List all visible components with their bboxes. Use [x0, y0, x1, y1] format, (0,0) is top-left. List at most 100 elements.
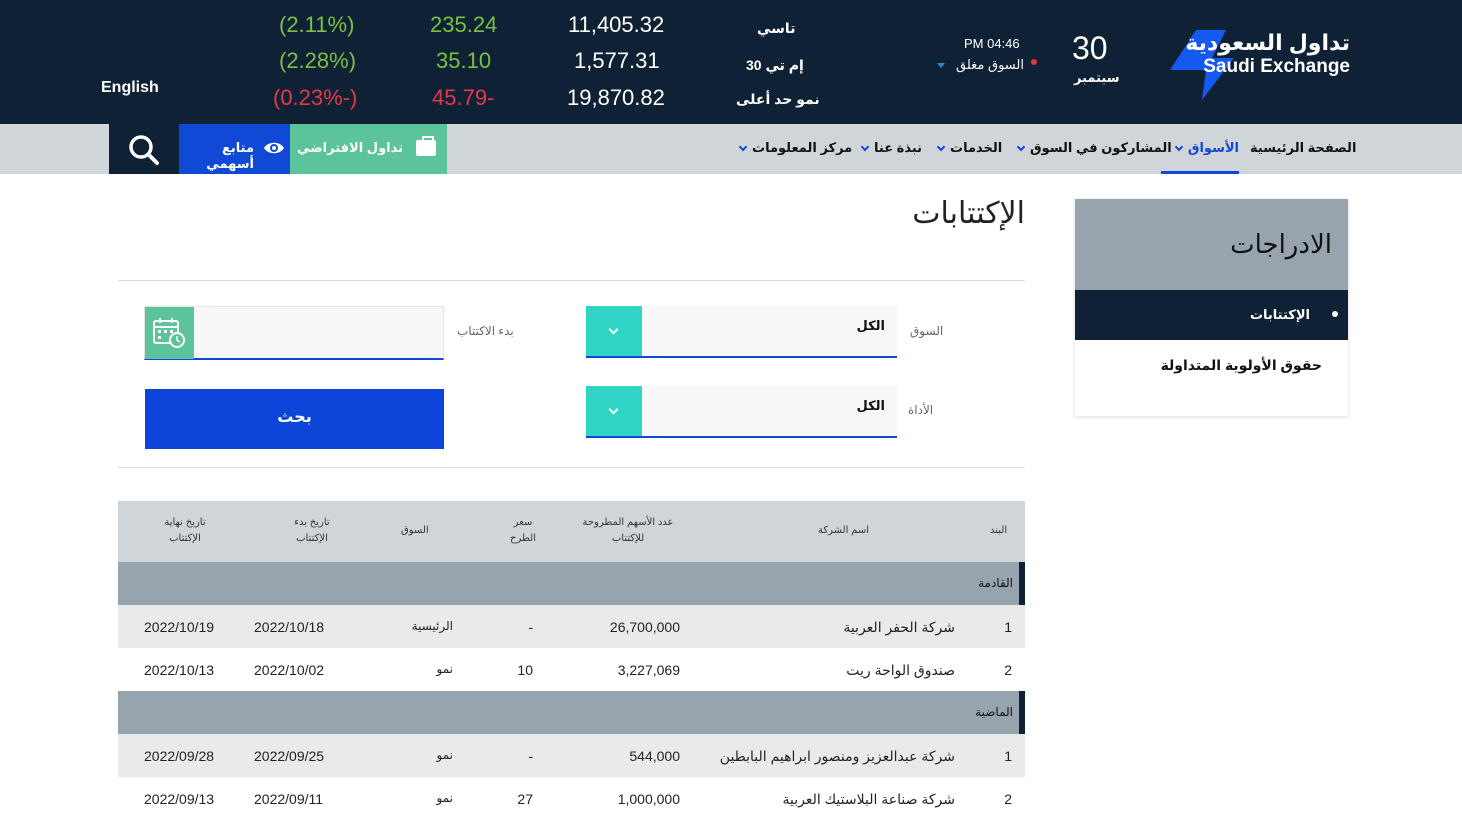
cell-shares: 544,000	[629, 748, 680, 764]
top-bar: تداول السعودية Saudi Exchange 30 سبتمبر …	[0, 0, 1462, 124]
calendar-clock-icon	[153, 318, 185, 348]
header-end-line1: تاريخ نهاية	[164, 517, 206, 528]
nav-item-markets[interactable]: الأسواق	[1161, 124, 1239, 174]
table-row[interactable]: 1 شركة الحفر العربية 26,700,000 - الرئيس…	[118, 605, 1025, 648]
index-change: 35.10	[436, 48, 492, 73]
cell-price: 10	[517, 662, 533, 678]
start-date-label: بدء الاكتتاب	[457, 324, 514, 338]
instrument-select[interactable]: الكل	[586, 386, 897, 438]
cell-company[interactable]: صندوق الواحة ريت	[846, 662, 955, 679]
header-index: البند	[990, 525, 1008, 536]
market-filter-label: السوق	[910, 324, 944, 338]
index-change: 235.24	[430, 12, 498, 37]
index-name[interactable]: إم تي 30	[746, 57, 804, 74]
chevron-down-icon	[1016, 142, 1026, 152]
saudi-exchange-logo[interactable]: تداول السعودية Saudi Exchange	[1168, 28, 1358, 100]
header-company: اسم الشركة	[818, 525, 869, 536]
chevron-down-icon	[738, 142, 748, 152]
nav-item-label: الأسواق	[1187, 140, 1239, 155]
nav-item-info-center[interactable]: مركز المعلومات	[738, 124, 853, 174]
cell-price: -	[528, 619, 533, 635]
nav-item-label: مركز المعلومات	[752, 140, 853, 155]
cell-price: -	[528, 748, 533, 764]
chevron-down-icon	[936, 142, 946, 152]
nav-item-home[interactable]: الصفحة الرئيسية	[1250, 124, 1356, 174]
cell-market: نمو	[436, 662, 453, 676]
nav-item-label: نبذة عنا	[874, 140, 923, 155]
header-price-line1: سعر	[513, 517, 533, 528]
cell-end-date: 2022/10/19	[144, 619, 215, 635]
index-value: 1,577.31	[574, 48, 660, 73]
virtual-trading-button[interactable]: تداول الافتراضي	[290, 124, 447, 174]
nav-item-services[interactable]: الخدمات	[936, 124, 1002, 174]
sidebar-item-label: الإكتتابات	[1249, 307, 1310, 322]
index-percent: (0.23%-)	[273, 85, 358, 110]
logo-text-ar: تداول السعودية	[1185, 30, 1350, 55]
cell-index: 1	[1004, 619, 1012, 635]
cell-shares: 3,227,069	[617, 662, 680, 678]
index-change: 45.79-	[432, 85, 495, 110]
chevron-down-icon[interactable]	[586, 386, 642, 436]
group-label: الماضية	[975, 705, 1013, 719]
cell-market: نمو	[436, 791, 453, 805]
language-toggle[interactable]: English	[101, 79, 159, 97]
index-value: 19,870.82	[567, 85, 665, 110]
table-row[interactable]: 1 شركة عبدالعزيز ومنصور ابراهيم البابطين…	[118, 734, 1025, 777]
search-icon	[129, 135, 159, 165]
search-button[interactable]	[109, 124, 179, 174]
table-row[interactable]: 2 صندوق الواحة ريت 3,227,069 10 نمو 2022…	[118, 648, 1025, 691]
logo-text-en: Saudi Exchange	[1203, 56, 1350, 77]
sidebar-header: الادراجات	[1075, 199, 1348, 290]
group-label: القادمة	[978, 576, 1013, 590]
table-row[interactable]: 2 شركة صناعة البلاستيك العربية 1,000,000…	[118, 777, 1025, 820]
market-select[interactable]: الكل	[586, 306, 897, 358]
page-title: الإكتتابات	[912, 197, 1025, 230]
calendar-button[interactable]	[145, 307, 194, 359]
cell-market: نمو	[436, 748, 453, 762]
header-start-line1: تاريخ بدء	[294, 517, 330, 528]
header-shares-line1: عدد الأسهم المطروحة	[582, 517, 674, 528]
divider	[118, 280, 1025, 281]
chevron-down-icon[interactable]	[586, 306, 642, 356]
instrument-select-value: الكل	[856, 398, 885, 413]
cell-end-date: 2022/09/28	[144, 748, 215, 764]
nav-item-label: المشاركون في السوق	[1030, 140, 1172, 155]
chevron-down-icon	[860, 142, 870, 152]
market-select-value: الكل	[856, 318, 885, 333]
header-start-date: تاريخ بدء الإكتتاب	[272, 515, 352, 547]
watchlist-button[interactable]: متابع أسهمي	[179, 124, 290, 174]
virtual-trading-label: تداول الافتراضي	[296, 140, 403, 155]
header-price-line2: الطرح	[509, 533, 536, 544]
index-name[interactable]: نمو حد أعلى	[736, 91, 820, 108]
market-status[interactable]: السوق مغلق	[956, 57, 1024, 73]
header-end-line2: الإكتتاب	[169, 533, 201, 544]
market-status-dot-icon	[1031, 59, 1037, 65]
cell-index: 2	[1004, 662, 1012, 678]
nav-item-about[interactable]: نبذة عنا	[860, 124, 923, 174]
table-header: البند اسم الشركة عدد الأسهم المطروحة للإ…	[118, 501, 1025, 562]
sidebar-item-rights-issues[interactable]: حقوق الأولوية المتداولة	[1161, 357, 1322, 374]
chevron-down-icon	[1174, 142, 1184, 152]
cell-end-date: 2022/10/13	[144, 662, 215, 678]
cell-company[interactable]: شركة الحفر العربية	[843, 619, 955, 636]
watchlist-label: متابع أسهمي	[206, 140, 254, 171]
cell-company[interactable]: شركة عبدالعزيز ومنصور ابراهيم البابطين	[720, 748, 955, 765]
header-market: السوق	[401, 525, 429, 536]
search-submit-button[interactable]: بحث	[145, 389, 444, 449]
nav-item-participants[interactable]: المشاركون في السوق	[1016, 124, 1172, 174]
cell-company[interactable]: شركة صناعة البلاستيك العربية	[782, 791, 955, 808]
market-status-caret-icon[interactable]	[937, 63, 945, 68]
sidebar-item-ipos[interactable]: الإكتتابات	[1075, 290, 1348, 340]
index-percent: (2.28%)	[279, 48, 357, 73]
group-row-past: الماضية	[118, 691, 1025, 734]
cell-start-date: 2022/10/18	[254, 619, 325, 635]
index-name[interactable]: تاسي	[757, 20, 795, 37]
header-start-line2: الإكتتاب	[296, 533, 328, 544]
instrument-filter-label: الأداة	[908, 403, 934, 417]
cell-start-date: 2022/10/02	[254, 662, 325, 678]
listings-sidebar: الادراجات الإكتتابات حقوق الأولوية المتد…	[1075, 199, 1348, 416]
divider	[118, 467, 1025, 468]
start-date-input[interactable]	[144, 306, 444, 360]
header-shares-line2: للإكتتاب	[611, 533, 645, 544]
cell-start-date: 2022/09/25	[254, 748, 325, 764]
